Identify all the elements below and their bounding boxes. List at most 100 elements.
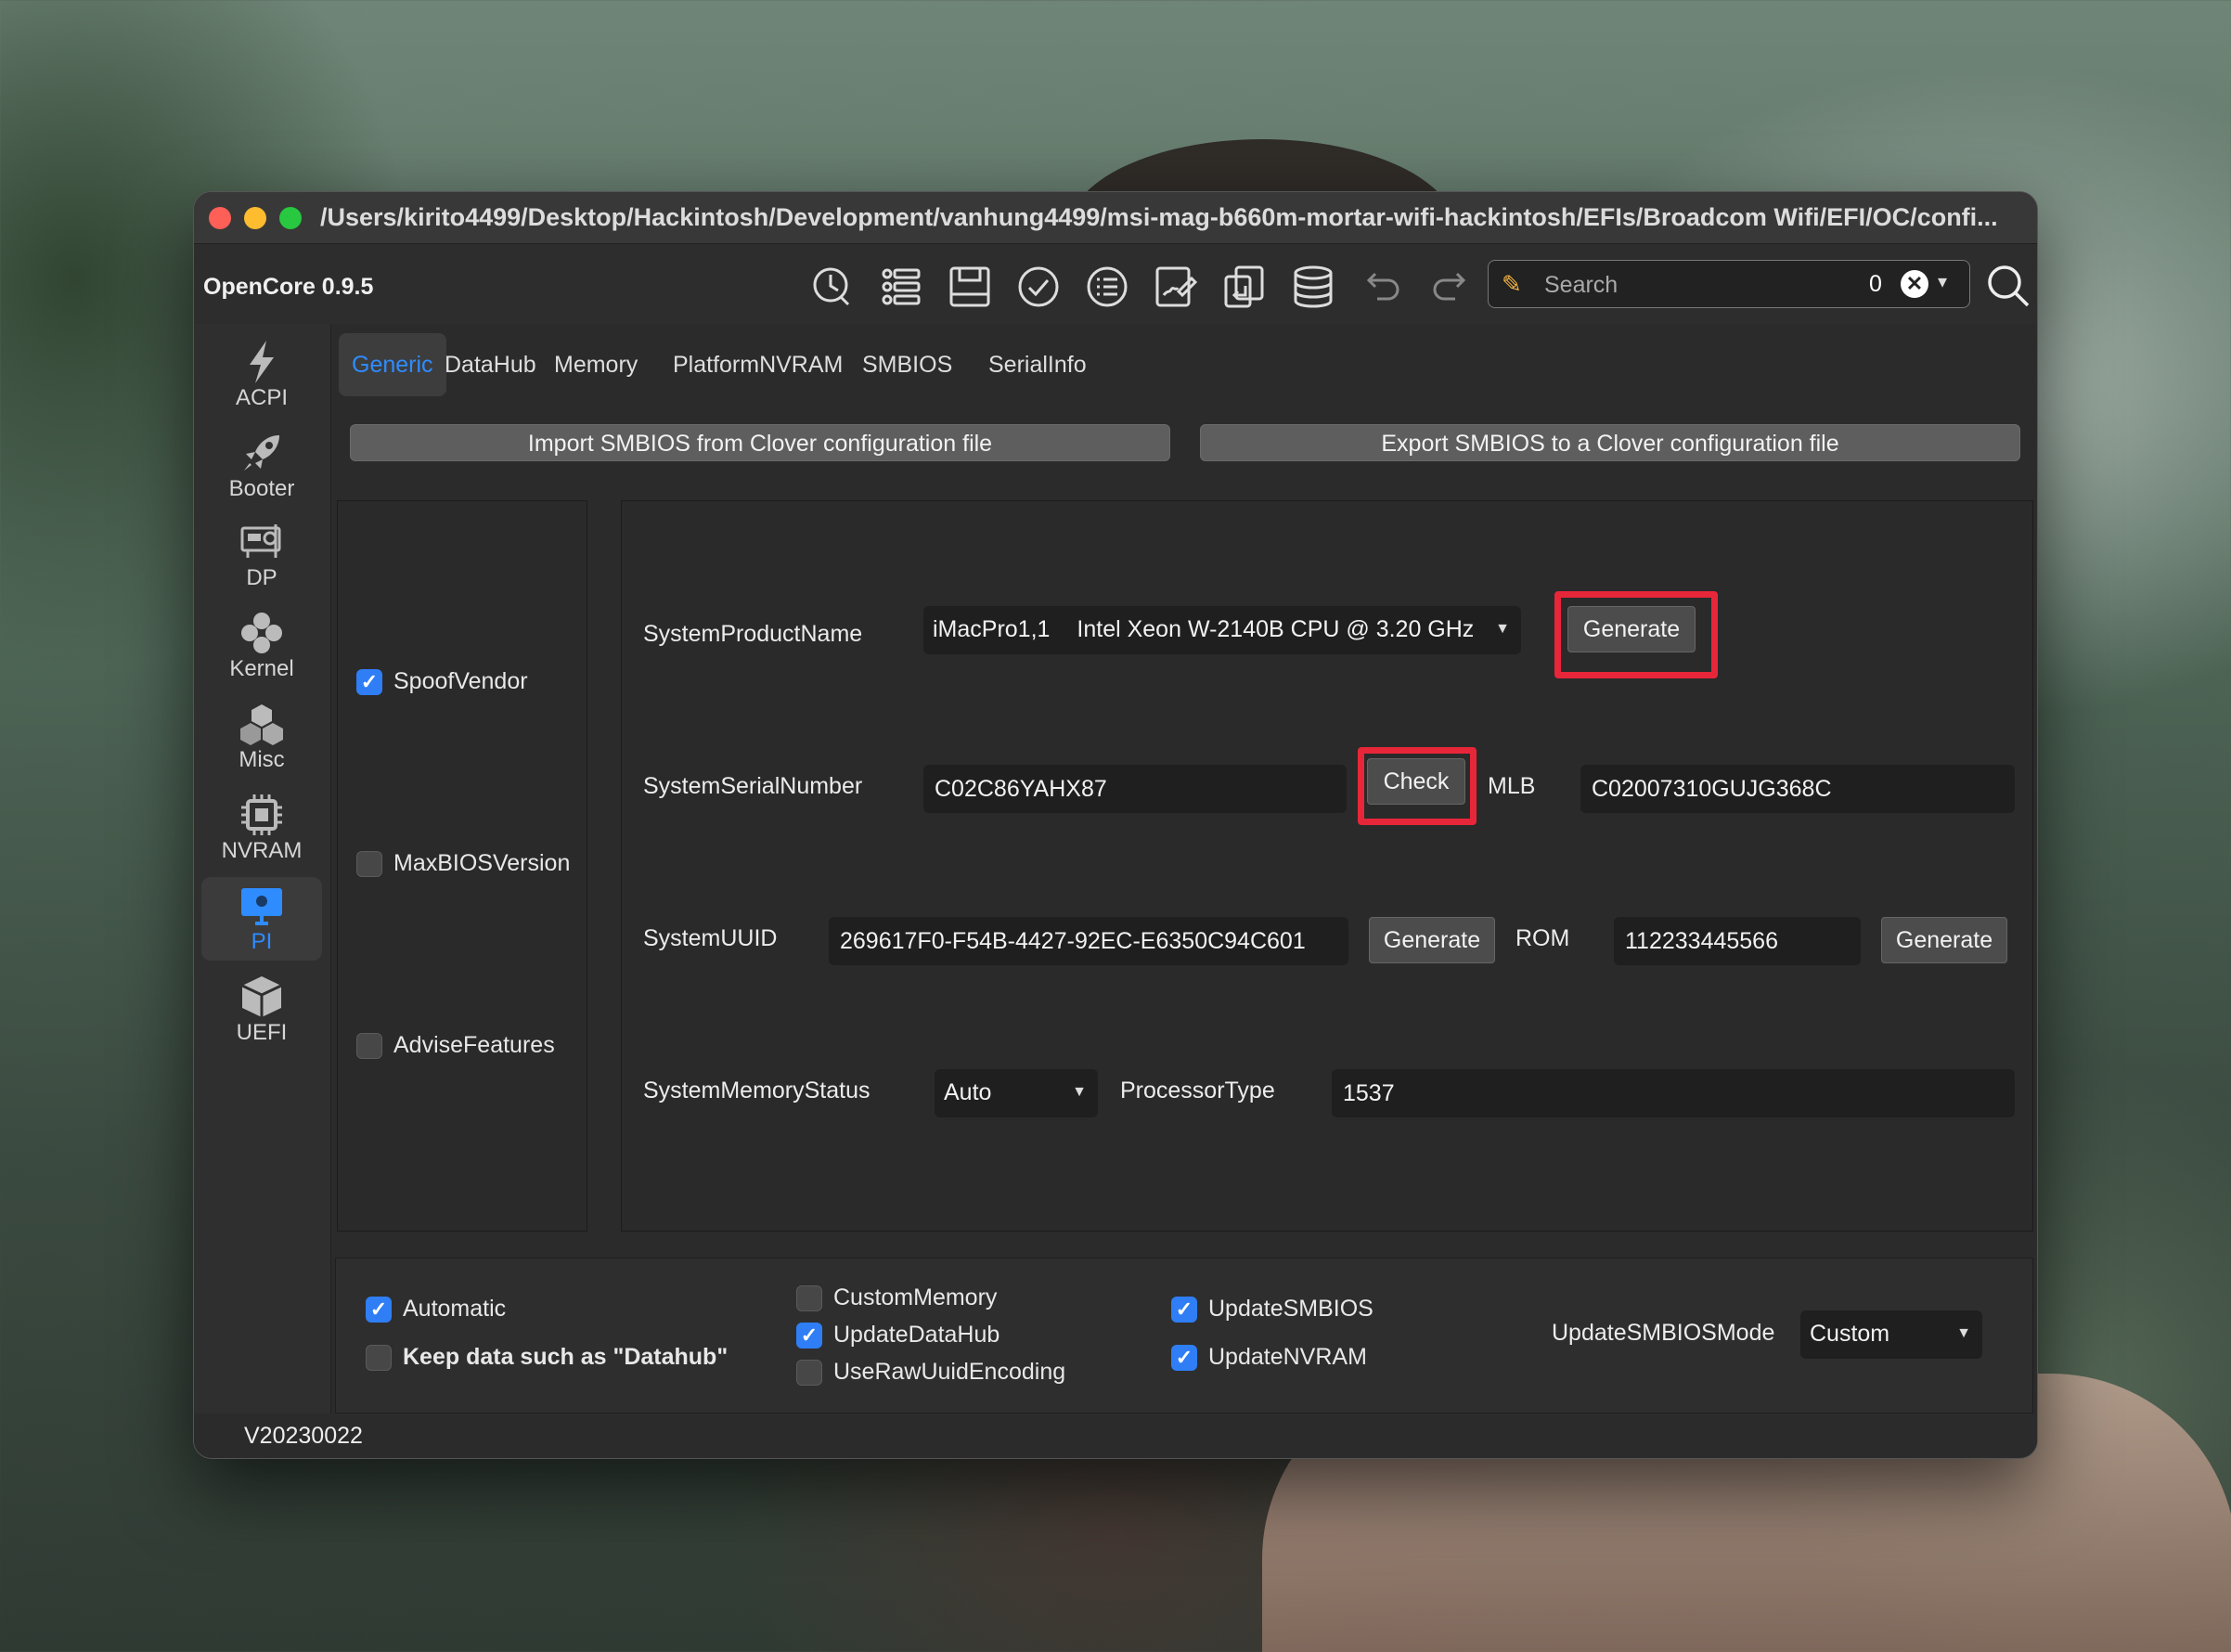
update-smbios-label: UpdateSMBIOS	[1208, 1296, 1373, 1322]
update-smbios-checkbox[interactable]: ✓ UpdateSMBIOS	[1171, 1296, 1373, 1323]
keep-data-label: Keep data such as "Datahub"	[403, 1344, 729, 1370]
sidebar-item-acpi[interactable]: ACPI	[201, 333, 322, 417]
close-window-button[interactable]	[209, 207, 231, 229]
sidebar-item-pi[interactable]: PI	[201, 877, 322, 961]
system-memory-status-select[interactable]: Auto ▼	[935, 1069, 1098, 1117]
monitor-icon	[241, 888, 282, 925]
sidebar-item-booter[interactable]: Booter	[201, 424, 322, 508]
checkbox-box	[796, 1284, 822, 1311]
max-bios-version-checkbox[interactable]: MaxBIOSVersion	[356, 850, 570, 877]
mlb-field[interactable]: C02007310GUJG368C	[1580, 765, 2015, 813]
signature-icon[interactable]	[1152, 263, 1200, 311]
update-smbios-mode-select[interactable]: Custom ▼	[1800, 1310, 1982, 1359]
max-bios-version-label: MaxBIOSVersion	[393, 850, 571, 876]
checkbox-box	[356, 850, 382, 877]
minimize-window-button[interactable]	[244, 207, 266, 229]
system-uuid-field[interactable]: 269617F0-F54B-4427-92EC-E6350C94C601	[829, 917, 1348, 965]
kernel-icon	[241, 613, 282, 653]
tab-memory[interactable]: Memory	[554, 333, 638, 396]
checkbox-box: ✓	[1171, 1296, 1197, 1323]
window-title: /Users/kirito4499/Desktop/Hackintosh/Dev…	[320, 203, 1998, 231]
save-icon[interactable]	[946, 263, 994, 311]
history-icon[interactable]	[808, 263, 857, 311]
highlight-box	[1554, 591, 1718, 678]
advise-features-checkbox[interactable]: AdviseFeatures	[356, 1032, 555, 1059]
keep-data-checkbox[interactable]: Keep data such as "Datahub"	[366, 1344, 728, 1371]
advise-features-label: AdviseFeatures	[393, 1032, 555, 1058]
custom-memory-label: CustomMemory	[833, 1284, 998, 1310]
system-memory-status-label: SystemMemoryStatus	[643, 1078, 870, 1103]
search-placeholder: Search	[1544, 272, 1618, 298]
custom-memory-checkbox[interactable]: CustomMemory	[796, 1284, 997, 1311]
system-serial-number-label: SystemSerialNumber	[643, 773, 863, 799]
generate-rom-button[interactable]: Generate	[1881, 917, 2007, 963]
tab-serialinfo[interactable]: SerialInfo	[988, 333, 1087, 396]
redo-icon[interactable]	[1426, 263, 1475, 311]
toolbar: OpenCore 0.9.5 ✎ Search 0 ✕ ▾	[194, 244, 2037, 324]
checkbox-box: ✓	[356, 668, 382, 695]
sidebar-item-misc[interactable]: Misc	[201, 695, 322, 779]
sidebar-item-label: UEFI	[236, 1020, 288, 1045]
app-version-label: OpenCore 0.9.5	[203, 274, 374, 300]
system-product-name-select[interactable]: iMacPro1,1 Intel Xeon W-2140B CPU @ 3.20…	[923, 606, 1521, 654]
export-smbios-button[interactable]: Export SMBIOS to a Clover configuration …	[1200, 424, 2020, 461]
rom-label: ROM	[1515, 925, 1570, 951]
zoom-window-button[interactable]	[279, 207, 302, 229]
bolt-icon	[250, 341, 274, 383]
chip-icon	[241, 794, 282, 835]
bottom-options-panel: ✓ Automatic Keep data such as "Datahub" …	[335, 1258, 2033, 1413]
generate-uuid-button[interactable]: Generate	[1369, 917, 1495, 963]
use-raw-uuid-label: UseRawUuidEncoding	[833, 1359, 1066, 1385]
tab-platformnvram[interactable]: PlatformNVRAM	[673, 333, 843, 396]
broom-icon: ✎	[1502, 270, 1522, 298]
database-icon[interactable]	[1289, 263, 1337, 311]
app-window: /Users/kirito4499/Desktop/Hackintosh/Dev…	[193, 191, 2038, 1459]
search-icon[interactable]	[1985, 263, 2031, 309]
sidebar-item-label: Kernel	[229, 656, 294, 681]
rom-field[interactable]: 112233445566	[1614, 917, 1861, 965]
tab-smbios[interactable]: SMBIOS	[862, 333, 952, 396]
tab-generic[interactable]: Generic	[339, 333, 446, 396]
text-list-icon[interactable]	[1083, 263, 1131, 311]
undo-icon[interactable]	[1358, 263, 1406, 311]
processor-type-field[interactable]: 1537	[1332, 1069, 2015, 1117]
update-datahub-checkbox[interactable]: ✓ UpdateDataHub	[796, 1322, 999, 1349]
check-circle-icon[interactable]	[1014, 263, 1063, 311]
automatic-checkbox[interactable]: ✓ Automatic	[366, 1296, 506, 1323]
processor-type-label: ProcessorType	[1120, 1078, 1275, 1103]
sidebar-item-kernel[interactable]: Kernel	[201, 604, 322, 688]
box-icon	[241, 976, 282, 1017]
sidebar-item-label: NVRAM	[221, 838, 303, 863]
use-raw-uuid-checkbox[interactable]: UseRawUuidEncoding	[796, 1359, 1065, 1386]
cubes-icon	[240, 704, 283, 745]
system-serial-number-field[interactable]: C02C86YAHX87	[923, 765, 1347, 813]
sidebar: ACPI Booter DP Kernel Misc NVRAM PI UEFI	[194, 324, 331, 1413]
automatic-label: Automatic	[403, 1296, 507, 1322]
highlight-box	[1358, 747, 1477, 825]
sidebar-item-uefi[interactable]: UEFI	[201, 968, 322, 1052]
spoof-vendor-checkbox[interactable]: ✓ SpoofVendor	[356, 668, 528, 695]
dropdown-arrow-icon: ▼	[1495, 621, 1510, 637]
checkbox-box	[356, 1032, 382, 1059]
sidebar-item-label: PI	[251, 929, 273, 954]
status-bar: V20230022	[194, 1413, 2037, 1458]
sidebar-item-label: ACPI	[235, 385, 288, 410]
clear-search-icon[interactable]: ✕	[1901, 270, 1928, 298]
status-version: V20230022	[244, 1423, 363, 1449]
import-icon[interactable]	[1220, 263, 1269, 311]
rocket-icon	[244, 435, 279, 471]
checkbox-box: ✓	[1171, 1344, 1197, 1371]
sidebar-item-dp[interactable]: DP	[201, 513, 322, 597]
list-icon[interactable]	[877, 263, 925, 311]
smbios-mode-value: Custom	[1810, 1321, 1890, 1347]
sidebar-item-nvram[interactable]: NVRAM	[201, 786, 322, 870]
mlb-label: MLB	[1488, 773, 1536, 799]
update-nvram-checkbox[interactable]: ✓ UpdateNVRAM	[1171, 1344, 1367, 1371]
search-dropdown-icon[interactable]: ▾	[1938, 270, 1947, 293]
title-bar[interactable]: /Users/kirito4499/Desktop/Hackintosh/Dev…	[194, 192, 2037, 244]
search-box[interactable]: ✎ Search 0 ✕ ▾	[1488, 260, 1970, 308]
tab-datahub[interactable]: DataHub	[445, 333, 536, 396]
memory-status-value: Auto	[944, 1079, 992, 1105]
update-smbios-mode-label: UpdateSMBIOSMode	[1552, 1320, 1775, 1346]
import-smbios-button[interactable]: Import SMBIOS from Clover configuration …	[350, 424, 1170, 461]
